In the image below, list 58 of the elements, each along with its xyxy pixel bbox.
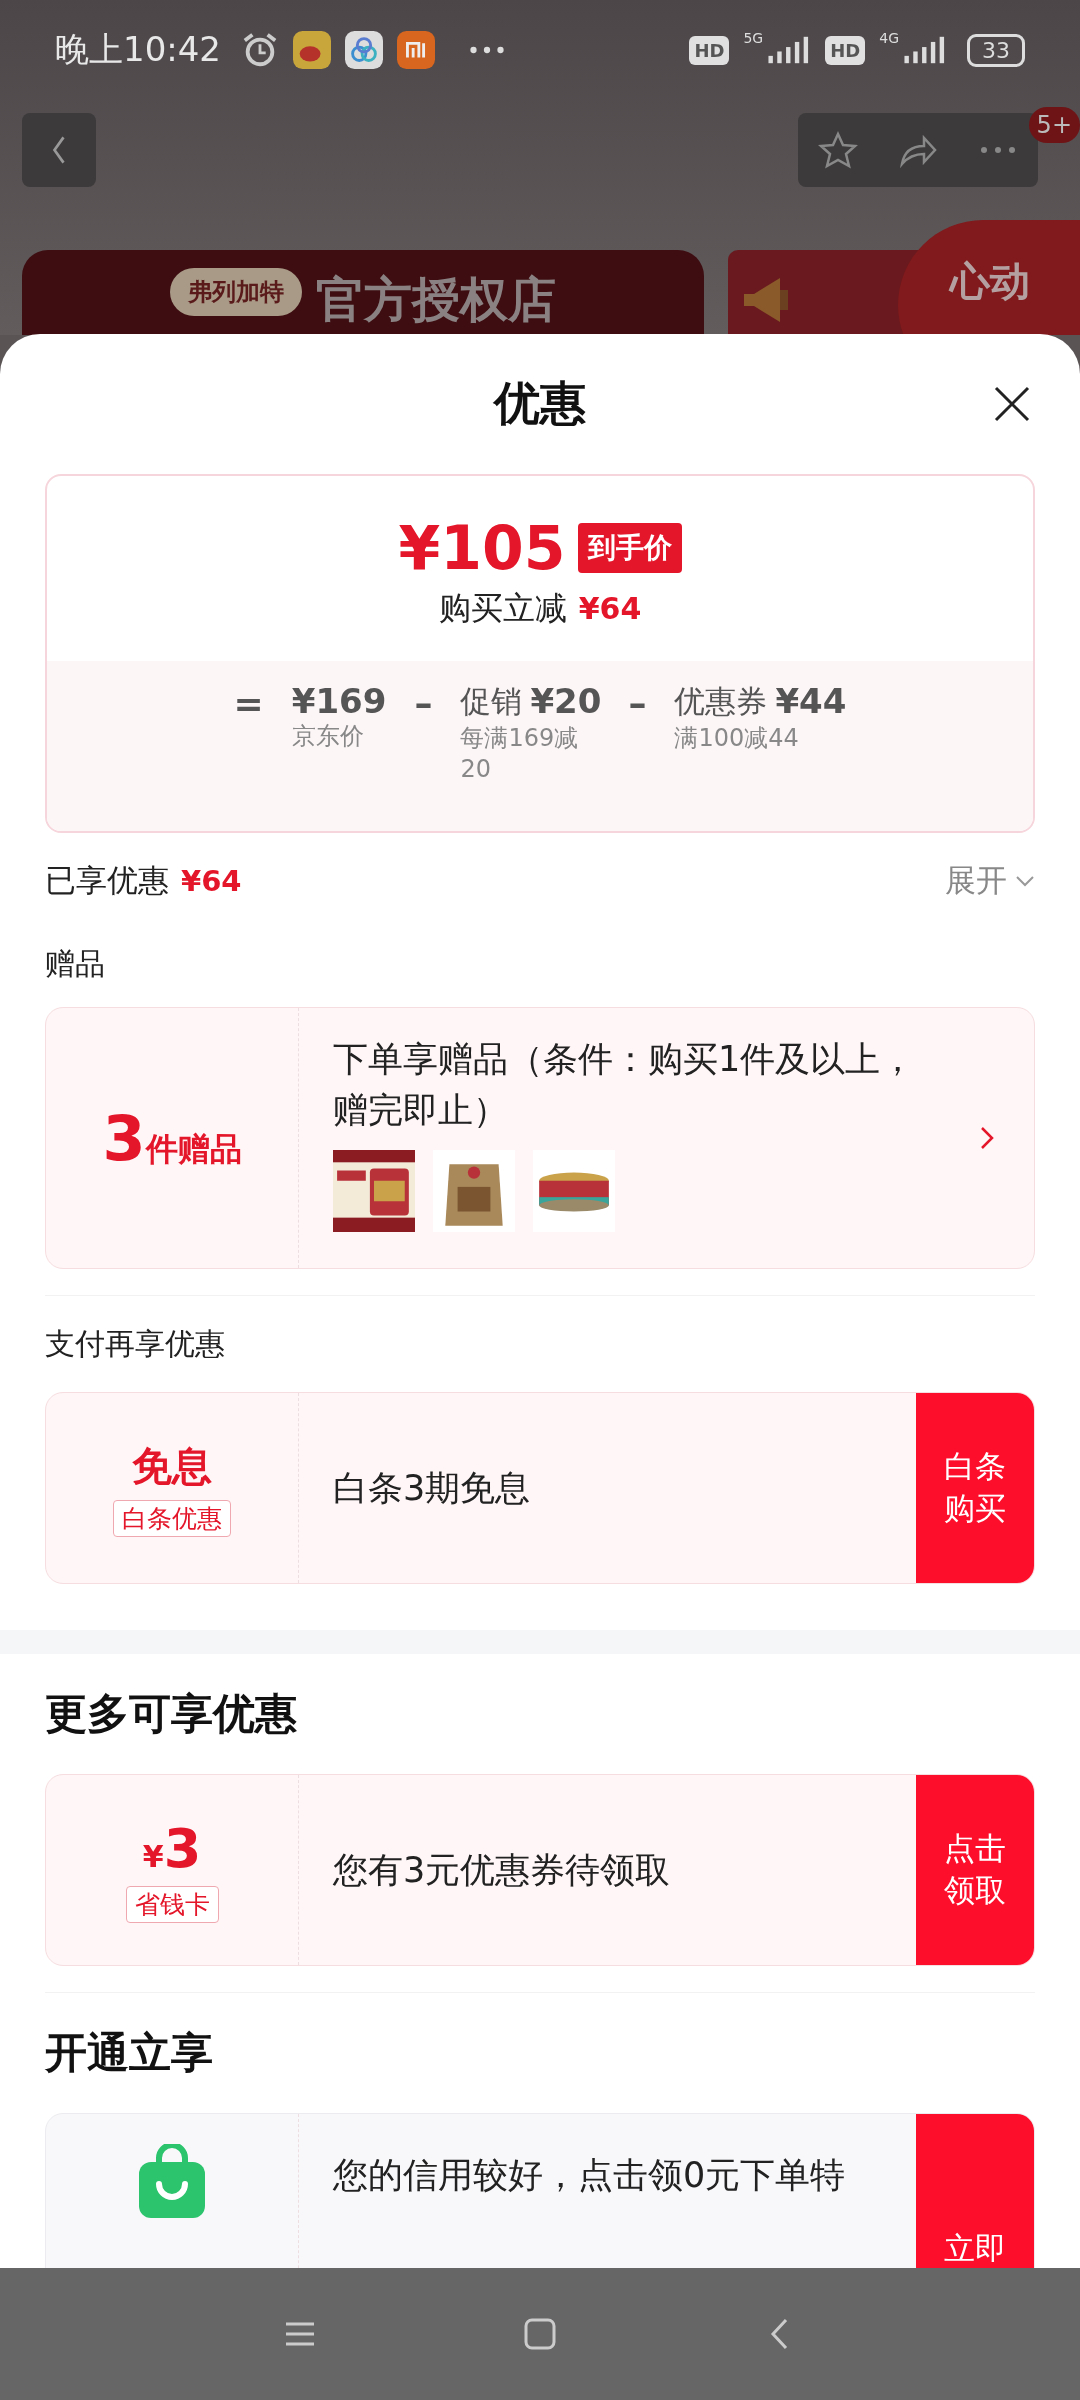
gift-count: 3 (102, 1101, 146, 1175)
cloud-app-icon (345, 31, 383, 69)
signal-icon (903, 36, 947, 64)
store-title: 官方授权店 (316, 270, 556, 329)
breakdown-note: 京东价 (291, 721, 365, 752)
action-button[interactable]: 立即 (916, 2114, 1034, 2268)
section-title: 赠品 (44, 944, 106, 983)
final-price: ¥105 (398, 512, 566, 583)
chevron-right-icon[interactable] (980, 1126, 994, 1150)
operator: – (628, 682, 647, 724)
offer-text: 您有3元优惠券待领取 (333, 1848, 672, 1892)
expand-button[interactable]: 展开 (945, 860, 1035, 902)
shopping-bag-icon (137, 2144, 207, 2218)
breakdown-note: 每满169减20 (460, 723, 580, 786)
coupon-currency: ¥ (142, 1839, 164, 1874)
network-type: 4G (879, 30, 899, 46)
saving-label: 购买立减 (438, 587, 567, 629)
breakdown-note: 满100减44 (674, 723, 800, 754)
breakdown-value: ¥169 (291, 681, 387, 721)
alarm-icon (241, 31, 279, 69)
section-title: 开通立享 (44, 2027, 214, 2079)
breakdown-label: 促销 (460, 682, 523, 721)
more-notifications-icon (469, 45, 505, 55)
coupon-value: 3 (163, 1817, 202, 1880)
breakdown-value: ¥20 (530, 681, 602, 723)
action-button[interactable]: 白条购买 (916, 1393, 1034, 1583)
section-title: 更多可享优惠 (44, 1688, 298, 1740)
section-title: 支付再享优惠 (44, 1324, 226, 1363)
saving-amount: ¥64 (578, 591, 642, 626)
promo-badge: 心动 (898, 220, 1080, 335)
offer-text: 您的信用较好，点击领0元下单特 (333, 2154, 847, 2197)
status-time: 晚上10:42 (55, 28, 221, 71)
action-button[interactable]: 点击领取 (916, 1775, 1034, 1965)
caret-icon (1015, 875, 1035, 887)
offer-text: 下单享赠品（条件：购买1件及以上，赠完即止） (333, 1038, 917, 1132)
message-badge: 5+ (1028, 107, 1080, 143)
operator: – (414, 682, 433, 724)
sheet-title: 优惠 (494, 375, 586, 432)
network-type: 5G (743, 30, 764, 46)
gift-unit: 件赠品 (145, 1128, 242, 1170)
offer-tag: 白条优惠 (113, 1500, 231, 1537)
brand-logo: 弗列加特 (170, 268, 302, 316)
hd-badge: HD (825, 35, 866, 65)
hd-badge: HD (689, 35, 730, 65)
offer-text: 白条3期免息 (333, 1466, 532, 1510)
star-icon[interactable] (818, 130, 858, 170)
operator: = (233, 682, 264, 724)
enjoyed-label: 已享优惠 (45, 861, 169, 900)
close-icon[interactable] (992, 384, 1032, 424)
breakdown-label: 优惠券 (674, 682, 768, 721)
app-notification-icon (293, 31, 331, 69)
enjoyed-amount: ¥64 (181, 864, 242, 898)
mi-app-icon (397, 31, 435, 69)
price-tag: 到手价 (577, 522, 682, 573)
battery-indicator: 33 (967, 33, 1025, 67)
breakdown-value: ¥44 (775, 681, 847, 723)
offer-title: 免息 (132, 1442, 212, 1491)
offer-tag: 省钱卡 (125, 1886, 219, 1923)
